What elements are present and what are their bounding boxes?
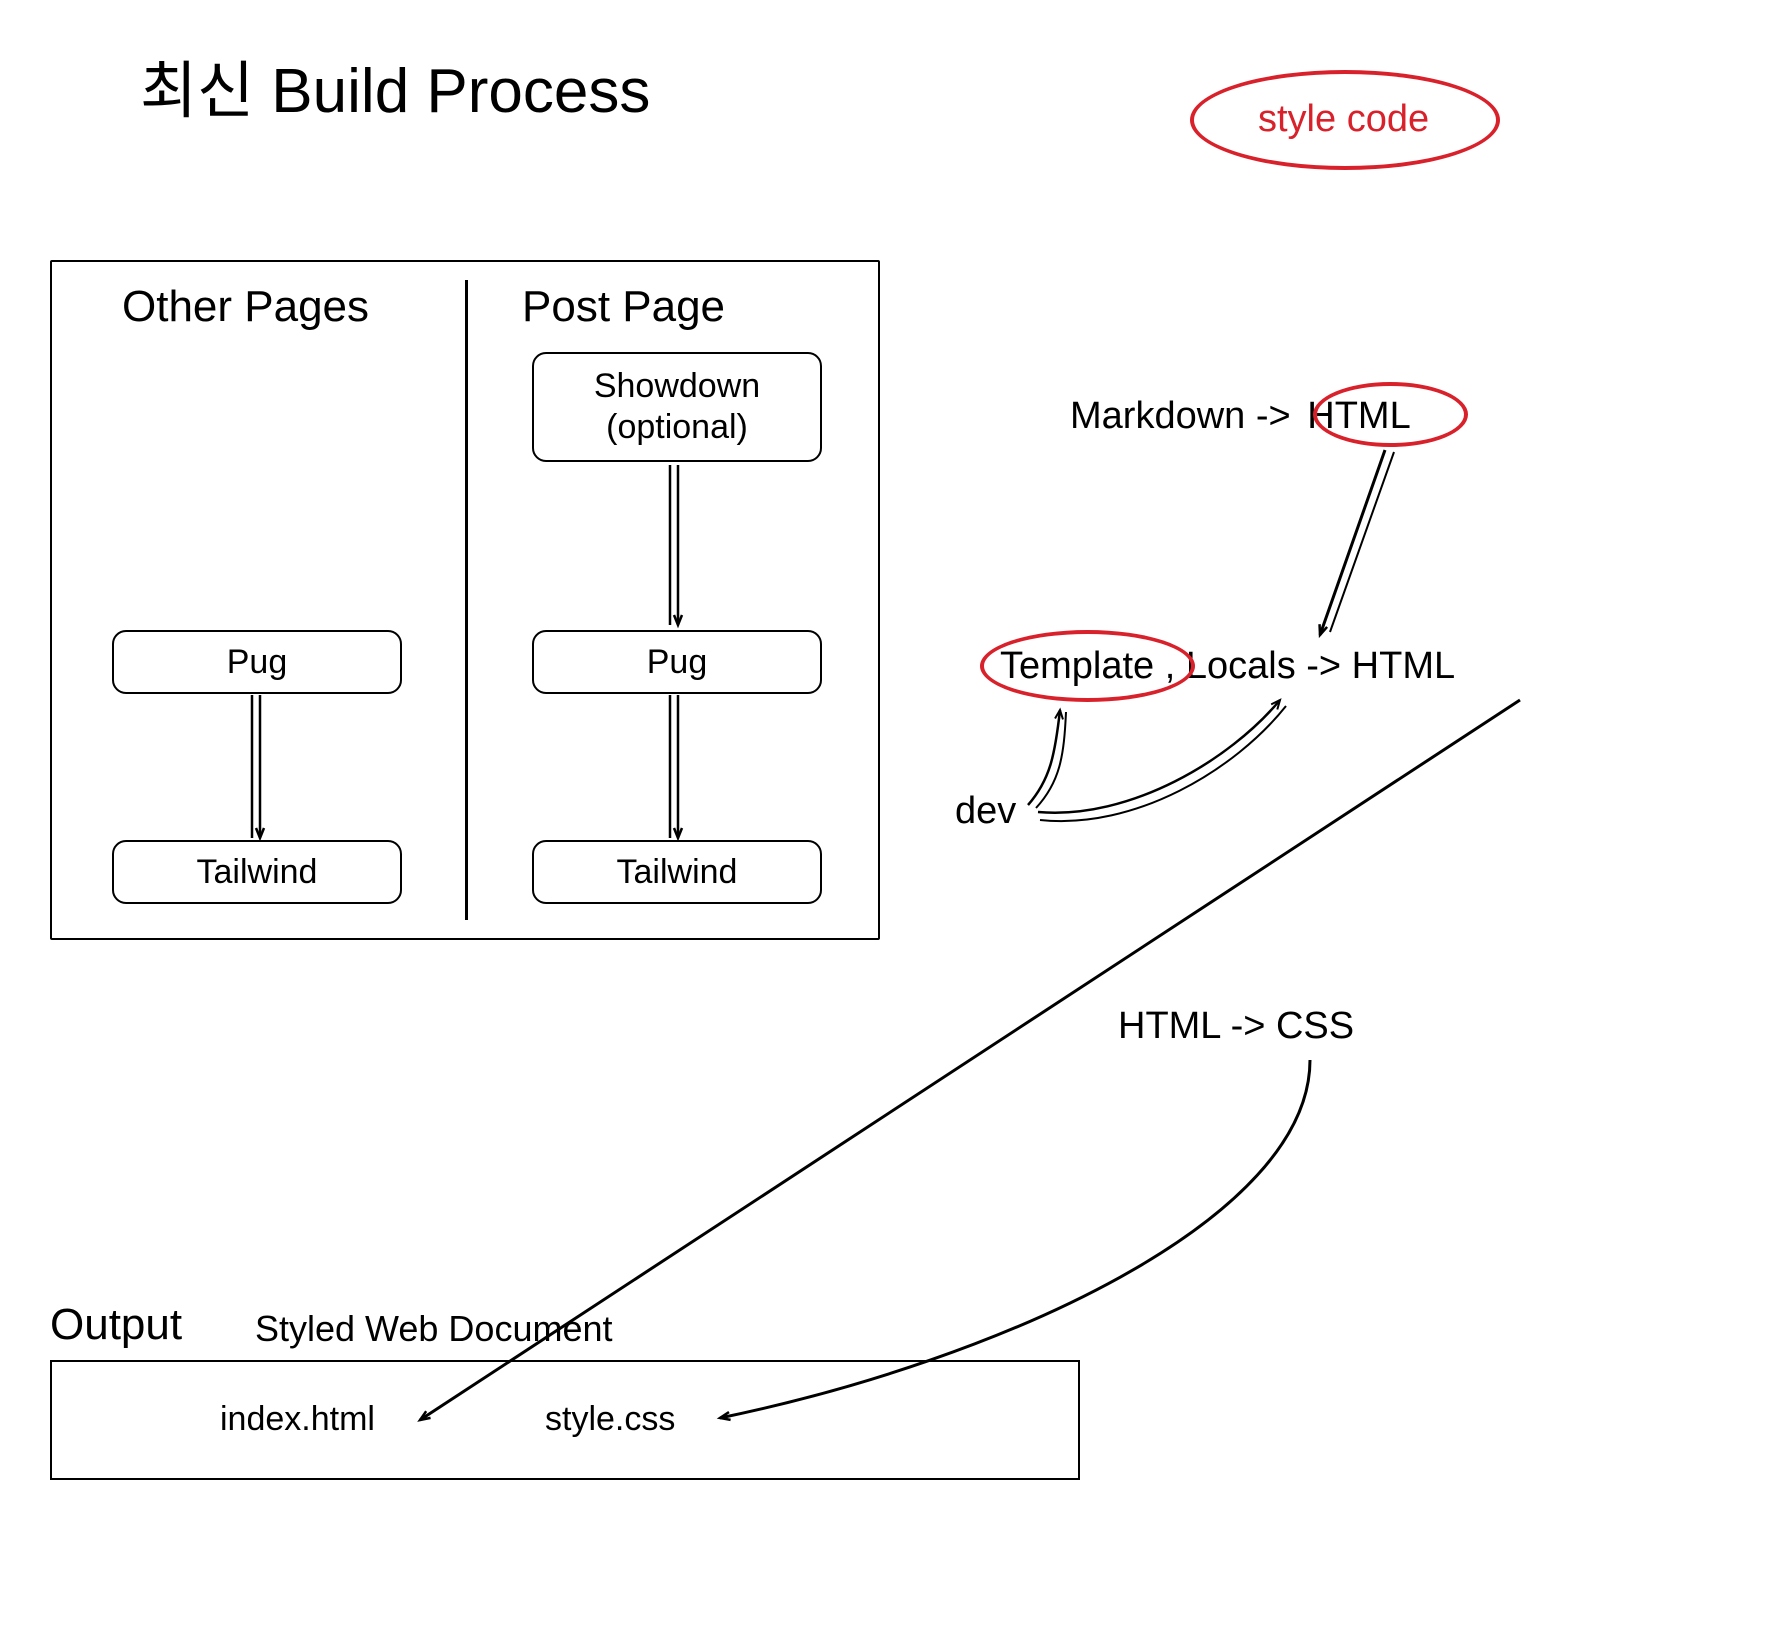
node-label-line1: Showdown xyxy=(594,366,760,407)
node-label: Pug xyxy=(227,642,288,683)
markdown-arrow-text: Markdown -> HTML xyxy=(1070,395,1411,438)
template-label: Template xyxy=(1000,645,1154,687)
node-label: Pug xyxy=(647,642,708,683)
dev-label: dev xyxy=(955,790,1016,833)
left-tailwind-node: Tailwind xyxy=(112,840,402,904)
style-code-label: style code xyxy=(1258,98,1429,141)
output-index-html: index.html xyxy=(220,1400,375,1439)
output-style-css: style.css xyxy=(545,1400,675,1439)
pipeline-container: Other Pages Post Page Pug Tailwind Showd… xyxy=(50,260,880,940)
node-label: Tailwind xyxy=(617,852,738,893)
html-to-css-label: HTML -> CSS xyxy=(1118,1005,1354,1048)
locals-html-label: , Locals -> HTML xyxy=(1165,645,1455,687)
output-subtitle: Styled Web Document xyxy=(255,1308,613,1350)
node-label-line2: (optional) xyxy=(606,407,748,448)
output-title: Output xyxy=(50,1300,182,1350)
template-locals-line: Template , Locals -> HTML xyxy=(1000,645,1455,688)
right-pug-node: Pug xyxy=(532,630,822,694)
right-showdown-node: Showdown (optional) xyxy=(532,352,822,462)
page-title: 최신 Build Process xyxy=(140,40,650,130)
post-page-header: Post Page xyxy=(522,282,725,332)
html-label: HTML xyxy=(1307,395,1410,437)
left-pug-node: Pug xyxy=(112,630,402,694)
other-pages-header: Other Pages xyxy=(122,282,369,332)
right-tailwind-node: Tailwind xyxy=(532,840,822,904)
markdown-label: Markdown -> xyxy=(1070,395,1291,437)
node-label: Tailwind xyxy=(197,852,318,893)
column-divider xyxy=(465,280,468,920)
